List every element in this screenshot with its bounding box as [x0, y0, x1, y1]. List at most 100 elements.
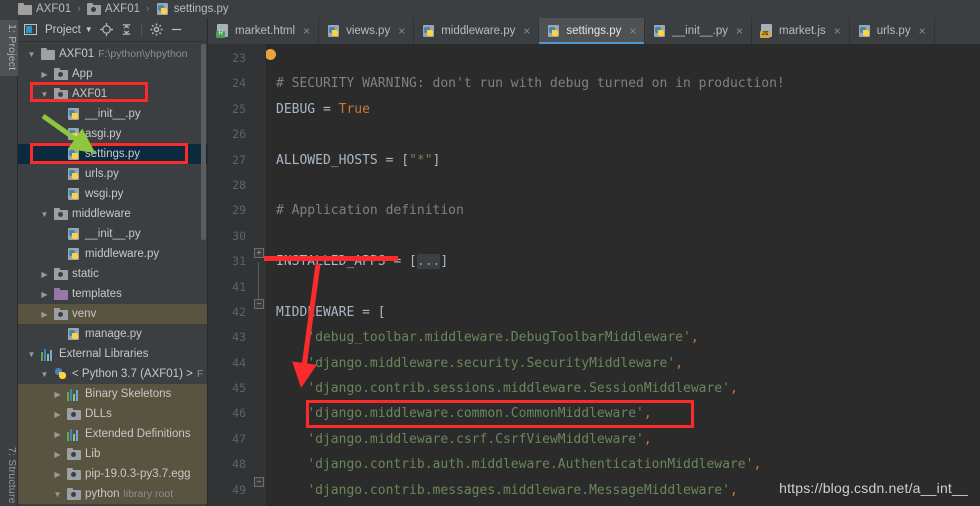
line-number: 26	[232, 127, 246, 142]
close-icon[interactable]: ×	[398, 24, 405, 38]
tree-item-manage-py[interactable]: manage.py	[18, 324, 207, 344]
python-file-icon	[327, 24, 341, 38]
chevron-right-icon[interactable]: ▶	[39, 290, 50, 299]
tree-item-app[interactable]: ▶ App	[18, 64, 207, 84]
project-view-icon[interactable]	[24, 23, 38, 37]
editor-tab-label: urls.py	[876, 25, 911, 37]
tree-item-label: templates	[72, 288, 122, 300]
chevron-right-icon[interactable]: ▶	[52, 390, 63, 399]
tree-item-axf01[interactable]: ▼ AXF01	[18, 84, 207, 104]
tree-item-label: settings.py	[85, 148, 140, 160]
tree-item-init-py[interactable]: __init__.py	[18, 224, 207, 244]
tree-item-static[interactable]: ▶ static	[18, 264, 207, 284]
python-interpreter-icon	[54, 367, 68, 381]
python-file-icon	[67, 247, 81, 261]
line-number: 23	[232, 51, 246, 65]
tree-item-label: External Libraries	[59, 348, 149, 360]
tree-item-dlls[interactable]: ▶ DLLs	[18, 404, 207, 424]
breadcrumb-item-0[interactable]: AXF01	[18, 2, 71, 16]
breadcrumb-item-2[interactable]: settings.py	[156, 2, 229, 16]
fold-expand-installed-apps[interactable]: +	[254, 248, 264, 258]
editor-tab-views-py[interactable]: views.py ×	[319, 18, 415, 44]
line-number: 43	[232, 330, 246, 345]
close-icon[interactable]: ×	[736, 24, 743, 38]
js-file-icon: JS	[760, 24, 774, 38]
python-file-icon	[156, 2, 170, 16]
chevron-down-icon[interactable]: ▼	[26, 50, 37, 59]
chevron-right-icon[interactable]: ▶	[52, 410, 63, 419]
tree-item-asgi-py[interactable]: asgi.py	[18, 124, 207, 144]
line-number: 48	[232, 457, 246, 472]
project-tree[interactable]: ▼ AXF01 F:\python\yhpython ▶ App ▼ AXF01 __init…	[18, 42, 207, 504]
tree-item-extended-definitions[interactable]: ▶ Extended Definitions	[18, 424, 207, 444]
editor-code-area[interactable]: 2324252627282930314142434445464748495051…	[208, 44, 980, 506]
source-folder-icon	[67, 487, 81, 501]
project-tree-scrollbar[interactable]	[201, 44, 206, 240]
settings-gear-icon[interactable]	[150, 23, 163, 36]
chevron-down-icon[interactable]: ▼	[52, 490, 63, 499]
collapse-all-icon[interactable]	[120, 23, 133, 36]
tree-item-middleware[interactable]: ▼ middleware	[18, 204, 207, 224]
close-icon[interactable]: ×	[303, 24, 310, 38]
project-panel-toolbar: Project ▼	[18, 18, 207, 42]
tree-item-lib[interactable]: ▶ Lib	[18, 444, 207, 464]
code-folding-column[interactable]: + − − −	[252, 44, 266, 506]
editor-tab--init-py[interactable]: __init__.py ×	[645, 18, 753, 44]
chevron-down-icon[interactable]: ▼	[85, 25, 93, 34]
tree-item-label: wsgi.py	[85, 188, 124, 200]
tree-item-python[interactable]: ▼ python library root	[18, 484, 207, 504]
chevron-right-icon[interactable]: ▶	[52, 430, 63, 439]
fold-collapse-middleware[interactable]: −	[254, 299, 264, 309]
editor-tab-market-html[interactable]: Hmarket.html ×	[208, 18, 320, 44]
editor-tab-settings-py[interactable]: settings.py ×	[539, 18, 646, 44]
tree-item-init-py[interactable]: __init__.py	[18, 104, 207, 124]
close-icon[interactable]: ×	[834, 24, 841, 38]
tree-item-label: pip-19.0.3-py3.7.egg	[85, 468, 191, 480]
tree-item-external-libraries[interactable]: ▼ External Libraries	[18, 344, 207, 364]
chevron-right-icon[interactable]: ▶	[39, 310, 50, 319]
python-file-icon	[67, 127, 81, 141]
tree-item-label: middleware.py	[85, 248, 160, 260]
tool-window-structure-button[interactable]: 7: Structure	[0, 447, 18, 504]
hide-panel-icon[interactable]	[170, 23, 183, 36]
editor-tab-urls-py[interactable]: urls.py ×	[850, 18, 935, 44]
tool-window-project-button[interactable]: 1: Project	[0, 20, 18, 77]
tree-item-label: urls.py	[85, 168, 119, 180]
chevron-down-icon[interactable]: ▼	[26, 350, 37, 359]
breadcrumb-item-1[interactable]: AXF01	[86, 2, 140, 16]
tree-item-binary-skeletons[interactable]: ▶ Binary Skeletons	[18, 384, 207, 404]
chevron-right-icon[interactable]: ▶	[39, 270, 50, 279]
chevron-down-icon[interactable]: ▼	[39, 90, 50, 99]
editor-tab-bar[interactable]: Hmarket.html × views.py × middleware.py × sett…	[208, 18, 980, 44]
tree-item-urls-py[interactable]: urls.py	[18, 164, 207, 184]
python-file-icon	[67, 167, 81, 181]
locate-icon[interactable]	[99, 23, 113, 36]
editor-tab-middleware-py[interactable]: middleware.py ×	[414, 18, 540, 44]
tree-item-axf01[interactable]: ▼ AXF01 F:\python\yhpython	[18, 44, 207, 64]
chevron-down-icon[interactable]: ▼	[39, 370, 50, 379]
tree-item-label: python	[85, 488, 120, 500]
code-line-comment-security: # SECURITY WARNING: don't run with debug…	[276, 76, 785, 92]
chevron-right-icon[interactable]: ▶	[52, 470, 63, 479]
code-line-middleware-open: MIDDLEWARE = [	[276, 304, 386, 320]
close-icon[interactable]: ×	[919, 24, 926, 38]
tree-item-label: App	[72, 68, 93, 80]
close-icon[interactable]: ×	[523, 24, 530, 38]
folder-icon	[18, 2, 32, 16]
chevron-down-icon[interactable]: ▼	[39, 210, 50, 219]
tree-item-pip-19-0-3-py3-7-egg[interactable]: ▶ pip-19.0.3-py3.7.egg	[18, 464, 207, 484]
editor-tab-market-js[interactable]: JS market.js ×	[752, 18, 850, 44]
source-code[interactable]: # SECURITY WARNING: don't run with debug…	[266, 44, 980, 506]
close-icon[interactable]: ×	[629, 24, 636, 38]
tree-item-venv[interactable]: ▶ venv	[18, 304, 207, 324]
tree-item-templates[interactable]: ▶ templates	[18, 284, 207, 304]
tree-item-detail: library root	[123, 488, 174, 500]
fold-collapse-middleware-end[interactable]: −	[254, 477, 264, 487]
chevron-right-icon[interactable]: ▶	[52, 450, 63, 459]
tree-item-settings-py[interactable]: settings.py	[18, 144, 207, 164]
tree-item-wsgi-py[interactable]: wsgi.py	[18, 184, 207, 204]
tree-item-middleware-py[interactable]: middleware.py	[18, 244, 207, 264]
chevron-right-icon[interactable]: ▶	[39, 70, 50, 79]
tree-item-python-3-7-axf01[interactable]: ▼ < Python 3.7 (AXF01) > F	[18, 364, 207, 384]
source-folder-icon	[54, 67, 68, 81]
